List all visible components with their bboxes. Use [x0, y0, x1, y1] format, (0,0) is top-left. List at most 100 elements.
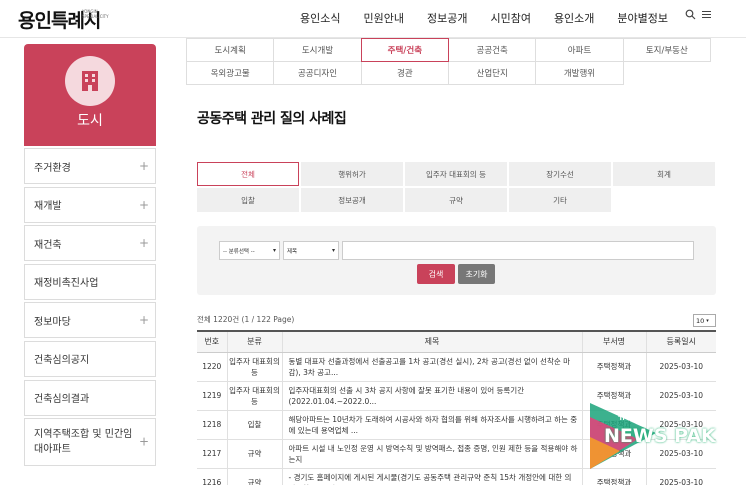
cell-category: 규약: [226, 439, 282, 469]
sidebar-item-label: 주거환경: [34, 162, 71, 174]
col-header-category: 분류: [226, 330, 282, 353]
cell-subject-link[interactable]: 입주자대표회의 선출 시 3차 공지 사항에 잘못 표기한 내용이 있어 등록기…: [281, 381, 582, 411]
cell-no: 1220: [197, 352, 227, 382]
search-input[interactable]: [342, 241, 694, 260]
cell-no: 1218: [197, 410, 227, 440]
watermark-text: NEWS PAK: [604, 425, 716, 447]
sidebar-header: 도시: [24, 44, 156, 146]
watermark-small-text: 뉴스팍: [618, 412, 643, 422]
sidebar-item-review-notice[interactable]: 건축심의공지: [24, 340, 156, 377]
category-bidding[interactable]: 입찰: [197, 188, 299, 212]
tab-landscape[interactable]: 경관: [360, 61, 449, 85]
cell-category: 입주자 대표회의 등: [226, 352, 282, 382]
sidebar-item-label: 정보마당: [34, 316, 71, 328]
category-accounting[interactable]: 회계: [613, 162, 715, 186]
category-select[interactable]: -- 분류선택 -- ▾: [219, 241, 280, 260]
cell-no: 1216: [197, 468, 227, 485]
tab-housing-building[interactable]: 주택/건축: [360, 38, 449, 62]
reset-button[interactable]: 초기화: [458, 264, 495, 284]
hamburger-icon[interactable]: [702, 9, 711, 23]
category-all[interactable]: 전체: [197, 162, 299, 186]
tab-development-act[interactable]: 개발행위: [535, 61, 624, 85]
category-select-value: -- 분류선택 --: [223, 248, 255, 255]
sidebar-item-label: 재건축: [34, 239, 62, 251]
sidebar-item-info-yard[interactable]: 정보마당 +: [24, 302, 156, 339]
sidebar-item-housing-env[interactable]: 주거환경 +: [24, 148, 156, 184]
plus-icon: +: [138, 236, 149, 251]
sidebar-item-label: 지역주택조합 및 민간임대아파트: [34, 429, 133, 456]
nav-item[interactable]: 민원안내: [363, 10, 403, 26]
category-resident-council[interactable]: 입주자 대표회의 등: [405, 162, 507, 186]
category-permit[interactable]: 행위허가: [301, 162, 403, 186]
search-panel: -- 분류선택 -- ▾ 제목 ▾ 검색 초기화: [197, 226, 716, 295]
tab-urban-development[interactable]: 도시개발: [273, 38, 362, 62]
cell-subject-link[interactable]: 동별 대표자 선출과정에서 선출공고를 1차 공고(경선 실시), 2차 공고(…: [281, 352, 582, 382]
tab-public-design[interactable]: 공공디자인: [273, 61, 362, 85]
plus-icon: +: [138, 159, 149, 173]
cell-date: 2025-03-10: [645, 352, 716, 382]
cell-category: 규약: [226, 468, 282, 485]
table-row[interactable]: 1220 입주자 대표회의 등 동별 대표자 선출과정에서 선출공고를 1차 공…: [197, 352, 716, 382]
sidebar-item-label: 재개발: [34, 201, 62, 213]
tab-industrial-complex[interactable]: 산업단지: [447, 61, 537, 85]
col-header-date: 등록일시: [645, 330, 716, 353]
plus-icon: +: [138, 313, 149, 328]
chevron-down-icon: ▾: [272, 247, 276, 254]
chevron-down-icon: ▾: [706, 317, 709, 324]
tab-apartment[interactable]: 아파트: [535, 38, 624, 62]
header-icons: [685, 9, 711, 23]
cell-dept: 주택정책과: [581, 352, 646, 382]
nav-item[interactable]: 용인소개: [554, 10, 594, 26]
chevron-down-icon: ▾: [331, 247, 335, 254]
nav-item[interactable]: 용인소식: [300, 10, 340, 26]
tab-urban-planning[interactable]: 도시계획: [186, 38, 275, 62]
category-rules[interactable]: 규약: [405, 188, 507, 212]
tab-outdoor-ads[interactable]: 옥외광고물: [186, 61, 275, 85]
sidebar-item-reconstruction[interactable]: 재건축 +: [24, 225, 156, 262]
cell-subject-link[interactable]: - 경기도 홈페이지에 게시된 게시물(경기도 공동주택 관리규약 준칙 15차…: [281, 468, 582, 485]
cell-subject-link[interactable]: 아파트 시설 내 노인정 운영 시 방역수칙 및 방역패스, 접종 증명, 인원…: [281, 439, 582, 469]
nav-item[interactable]: 정보공개: [427, 10, 467, 26]
sidebar-item-label: 건축심의결과: [34, 394, 90, 406]
category-disclosure[interactable]: 정보공개: [301, 188, 403, 212]
logo-subtext: YONGIN SPECIAL CITY: [82, 9, 109, 19]
sidebar-item-redevelopment[interactable]: 재개발 +: [24, 186, 156, 223]
main-nav: 용인소식 민원안내 정보공개 시민참여 용인소개 분야별정보: [300, 10, 691, 26]
field-select-value: 제목: [287, 248, 298, 255]
tab-land-realestate[interactable]: 토지/부동산: [622, 38, 711, 62]
nav-item[interactable]: 분야별정보: [617, 10, 668, 26]
cell-no: 1219: [197, 381, 227, 411]
site-logo[interactable]: 용인특례시 YONGIN SPECIAL CITY: [18, 6, 109, 33]
table-header-row: 번호 분류 제목 부서명 등록일시: [197, 330, 716, 353]
col-header-dept: 부서명: [581, 330, 646, 353]
site-header: 용인특례시 YONGIN SPECIAL CITY 용인소식 민원안내 정보공개…: [0, 0, 746, 38]
nav-item[interactable]: 시민참여: [490, 10, 530, 26]
search-icon[interactable]: [685, 9, 696, 23]
page-title: 공동주택 관리 질의 사례집: [197, 111, 347, 127]
category-filter: 전체 행위허가 입주자 대표회의 등 장기수선 회계 입찰 정보공개 규약 기타: [197, 162, 717, 214]
col-header-no: 번호: [197, 330, 227, 353]
field-select[interactable]: 제목 ▾: [283, 241, 339, 260]
sidebar-title: 도시: [77, 113, 103, 129]
sidebar-menu: 주거환경 + 재개발 + 재건축 + 재정비촉진사업 정보마당 + 건축심의공지 건축심…: [24, 148, 156, 469]
sidebar-item-renewal-project[interactable]: 재정비촉진사업: [24, 263, 156, 300]
sidebar-item-housing-union[interactable]: 지역주택조합 및 민간임대아파트 +: [24, 418, 156, 467]
tab-public-building[interactable]: 공공건축: [447, 38, 537, 62]
newspak-watermark: 뉴스팍 NEWS PAK: [586, 393, 736, 473]
col-header-subject: 제목: [281, 330, 582, 353]
sub-category-tabs: 도시계획 도시개발 주택/건축 공공건축 아파트 토지/부동산 옥외광고물 공공…: [186, 38, 716, 85]
total-count: 전체 1220건 (1 / 122 Page): [197, 315, 295, 324]
plus-icon: +: [138, 197, 149, 212]
sidebar-item-label: 건축심의공지: [34, 355, 90, 367]
cell-no: 1217: [197, 439, 227, 469]
category-other[interactable]: 기타: [509, 188, 611, 212]
page-size-value: 10: [696, 316, 705, 325]
sidebar-item-label: 재정비촉진사업: [34, 278, 99, 290]
sidebar-item-review-result[interactable]: 건축심의결과: [24, 379, 156, 416]
cell-subject-link[interactable]: 해당아파트는 10년차가 도래하여 시공사와 하자 협의를 위해 하자조사를 시…: [281, 410, 582, 440]
category-long-term-repair[interactable]: 장기수선: [509, 162, 611, 186]
building-icon: [65, 56, 115, 106]
cell-category: 입찰: [226, 410, 282, 440]
page-size-select[interactable]: 10 ▾: [693, 314, 716, 327]
search-button[interactable]: 검색: [417, 264, 455, 284]
